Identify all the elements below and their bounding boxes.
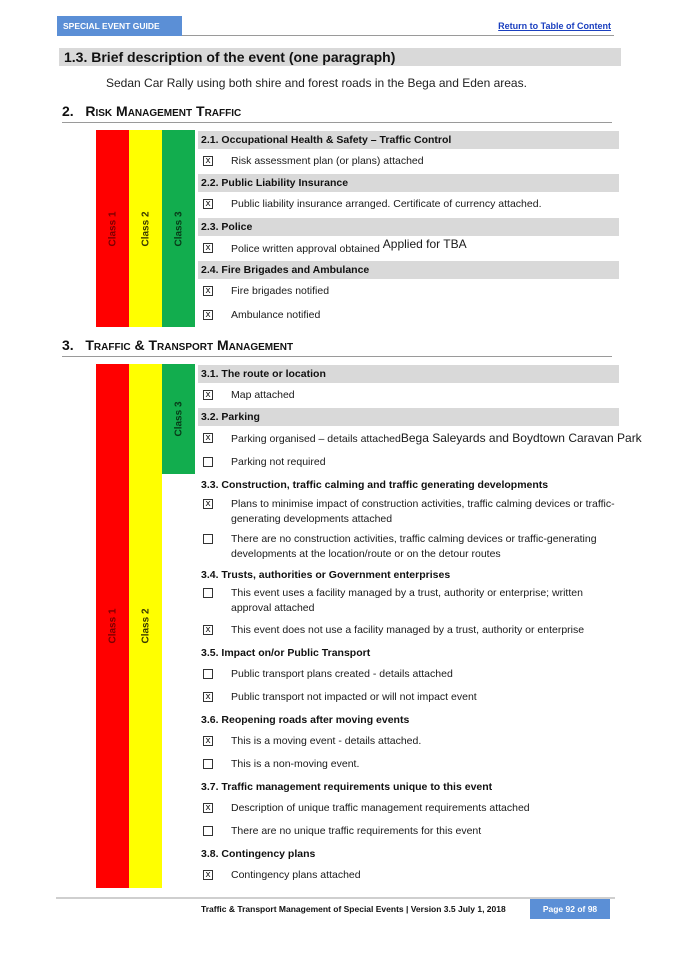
group-2-4-header: 2.4. Fire Brigades and Ambulance <box>198 261 619 279</box>
checkbox[interactable]: x <box>203 499 213 509</box>
item-text: This event uses a facility managed by a … <box>231 587 583 614</box>
page-number: Page 92 of 98 <box>530 899 610 919</box>
class-3-label: Class 3 <box>173 401 184 437</box>
item-text: There are no unique traffic requirements… <box>231 825 482 837</box>
group-3-2-header: 3.2. Parking <box>198 408 619 426</box>
class-2-label: Class 2 <box>140 210 151 247</box>
item-text: Map attached <box>231 389 295 401</box>
section-3-heading: 3. Traffic & Transport Management <box>62 337 293 353</box>
class-2-bar: Class 2 <box>129 130 162 327</box>
group-2-1-header: 2.1. Occupational Health & Safety – Traf… <box>198 131 619 149</box>
section-1-3-title: 1.3. Brief description of the event (one… <box>59 48 621 66</box>
return-to-toc-link[interactable]: Return to Table of Content <box>498 21 611 31</box>
checkbox[interactable]: x <box>203 199 213 209</box>
class-1-label: Class 1 <box>107 608 118 644</box>
checkbox[interactable]: x <box>203 736 213 746</box>
event-description: Sedan Car Rally using both shire and for… <box>106 76 527 90</box>
group-3-1-header: 3.1. The route or location <box>198 365 619 383</box>
checkbox[interactable]: x <box>203 692 213 702</box>
checkbox[interactable]: x <box>203 156 213 166</box>
section-3-number: 3. <box>62 337 74 353</box>
checkbox[interactable]: x <box>203 286 213 296</box>
item-text: Police written approval obtained <box>231 243 380 255</box>
checkbox[interactable] <box>203 669 213 679</box>
class-1-bar: Class 1 <box>96 130 129 327</box>
checkbox[interactable] <box>203 534 213 544</box>
group-3-3-header: 3.3. Construction, traffic calming and t… <box>201 479 549 491</box>
group-3-5-header: 3.5. Impact on/or Public Transport <box>201 647 371 659</box>
group-2-3-header: 2.3. Police <box>198 218 619 236</box>
item-text: There are no construction activities, tr… <box>231 533 597 560</box>
handwritten-note: Applied for TBA <box>382 237 467 251</box>
section-3-title: Traffic & Transport Management <box>85 337 294 353</box>
item-text: Fire brigades notified <box>231 285 330 297</box>
checkbox[interactable]: x <box>203 243 213 253</box>
group-2-2-header: 2.2. Public Liability Insurance <box>198 174 619 192</box>
handwritten-note: Bega Saleyards and Boydtown Caravan Park <box>400 431 642 445</box>
group-3-6-header: 3.6. Reopening roads after moving events <box>201 714 410 726</box>
item-text-with-note: Police written approval obtained Applied… <box>231 237 621 257</box>
section-3-divider <box>62 356 612 357</box>
item-text: Public transport plans created - details… <box>231 668 453 680</box>
item-text: Parking not required <box>231 456 326 468</box>
class-1-bar: Class 1 <box>96 364 129 888</box>
checkbox[interactable]: x <box>203 390 213 400</box>
class-3-bar: Class 3 <box>162 130 195 327</box>
section-2-number: 2. <box>62 103 74 119</box>
group-3-7-header: 3.7. Traffic management requirements uni… <box>201 781 493 793</box>
checkbox[interactable] <box>203 457 213 467</box>
checkbox[interactable]: x <box>203 433 213 443</box>
section-2-divider <box>62 122 612 123</box>
item-text: Plans to minimise impact of construction… <box>231 498 615 525</box>
item-text: Public transport not impacted or will no… <box>231 691 477 703</box>
item-text: Parking organised – details attached <box>231 433 401 445</box>
item-text: This event does not use a facility manag… <box>231 624 585 636</box>
item-text: Contingency plans attached <box>231 869 361 881</box>
checkbox[interactable]: x <box>203 870 213 880</box>
class-3-bar: Class 3 <box>162 364 195 474</box>
section-2-title: Risk Management Traffic <box>85 103 242 119</box>
item-text: Description of unique traffic management… <box>231 802 530 814</box>
item-text: This is a moving event - details attache… <box>231 735 422 747</box>
item-text: This is a non-moving event. <box>231 758 360 770</box>
group-3-4-header: 3.4. Trusts, authorities or Government e… <box>201 569 451 581</box>
item-text: Ambulance notified <box>231 309 321 321</box>
footer-doc-title: Traffic & Transport Management of Specia… <box>201 904 506 914</box>
checkbox[interactable] <box>203 588 213 598</box>
header-divider <box>182 35 614 36</box>
item-text: Risk assessment plan (or plans) attached <box>231 155 424 167</box>
section-2-heading: 2. Risk Management Traffic <box>62 103 241 119</box>
checkbox[interactable]: x <box>203 803 213 813</box>
class-2-bar: Class 2 <box>129 364 162 888</box>
class-2-label: Class 2 <box>140 608 151 644</box>
checkbox[interactable] <box>203 826 213 836</box>
item-text: Public liability insurance arranged. Cer… <box>231 198 542 210</box>
class-1-label: Class 1 <box>107 210 118 247</box>
group-3-8-header: 3.8. Contingency plans <box>201 848 316 860</box>
checkbox[interactable] <box>203 759 213 769</box>
guide-label: SPECIAL EVENT GUIDE <box>57 16 182 36</box>
class-3-label: Class 3 <box>173 210 184 247</box>
item-text-with-note: Parking organised – details attachedBega… <box>231 431 671 447</box>
checkbox[interactable]: x <box>203 625 213 635</box>
checkbox[interactable]: x <box>203 310 213 320</box>
